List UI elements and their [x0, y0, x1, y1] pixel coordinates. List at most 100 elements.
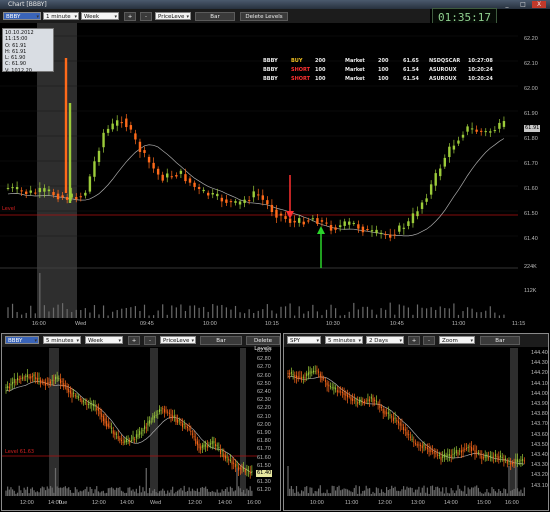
right-interval-select[interactable]: 5 minutes ▾ — [325, 336, 363, 344]
interval-select[interactable]: 1 minute ▾ — [43, 12, 79, 20]
zoom-out-button[interactable]: - — [140, 12, 152, 21]
volume-bar — [184, 310, 187, 318]
volume-bar — [454, 493, 456, 496]
volume-bar — [64, 486, 66, 496]
price-tick-label: 61.50 — [257, 462, 271, 469]
volume-bar — [316, 311, 318, 318]
right-chart[interactable] — [284, 348, 548, 498]
chevron-down-icon: ▾ — [399, 338, 402, 344]
candle-body — [216, 193, 219, 197]
left-delete-levels-button[interactable]: Delete Levels — [246, 336, 280, 352]
volume-bar — [319, 485, 321, 496]
price-tick-label: 62.00 — [257, 421, 271, 428]
candle-body — [96, 407, 98, 411]
price-tick-label: 144.30 — [531, 360, 548, 367]
time-tick-label: 10:00 — [310, 500, 324, 506]
candle-body — [323, 378, 325, 380]
candle-body — [434, 173, 437, 186]
candle-body — [462, 449, 464, 452]
right-zoom-in-button[interactable]: + — [408, 336, 420, 345]
candle-body — [484, 131, 487, 133]
volume-bar — [91, 488, 93, 496]
volume-bar — [440, 491, 442, 496]
left-zoom-in-button[interactable]: + — [128, 336, 140, 345]
candle-body — [318, 371, 320, 373]
right-range-select[interactable]: 2 Days ▾ — [366, 336, 404, 344]
candle-body — [466, 447, 467, 450]
candle-body — [401, 424, 403, 426]
volume-bar — [38, 492, 40, 496]
time-tick-label: 14:00 — [218, 500, 232, 506]
candle-body — [515, 459, 517, 463]
candle-body — [375, 229, 378, 234]
candle-body — [205, 444, 207, 447]
left-indicator-select[interactable]: PriceLeve ▾ — [160, 336, 196, 344]
right-bar-style-button[interactable]: Bar — [480, 336, 520, 345]
volume-bar — [353, 487, 355, 496]
candle-body — [170, 176, 173, 178]
left-symbol-input[interactable]: BBBY ▾ — [5, 336, 39, 344]
volume-bar — [84, 489, 86, 496]
right-zoom-out-button[interactable]: - — [423, 336, 435, 345]
chevron-down-icon: ▾ — [358, 338, 361, 344]
right-symbol-input[interactable]: SPY ▾ — [287, 336, 321, 344]
chevron-down-icon: ▾ — [316, 338, 319, 344]
volume-bar — [292, 489, 294, 496]
range-select[interactable]: Week ▾ — [81, 12, 119, 20]
candle-body — [324, 380, 326, 382]
volume-bar — [162, 488, 164, 496]
candle-body — [15, 187, 19, 190]
volume-bar — [178, 489, 180, 496]
volume-bar — [130, 307, 132, 318]
volume-bar — [367, 488, 369, 496]
candle-body — [52, 192, 55, 196]
left-chart[interactable] — [2, 348, 280, 498]
maximize-button[interactable]: □ — [516, 1, 530, 8]
volume-bar — [102, 305, 105, 318]
volume-bar — [177, 490, 179, 496]
candle-body — [207, 192, 210, 196]
left-bar-style-button[interactable]: Bar — [200, 336, 242, 345]
volume-bar — [155, 492, 157, 496]
volume-bar — [98, 314, 100, 318]
volume-bar — [344, 314, 346, 318]
candle-body — [389, 414, 391, 416]
volume-bar — [479, 491, 481, 496]
candle-body — [55, 376, 56, 380]
symbol-input[interactable]: BBBY ▾ — [3, 12, 41, 20]
chevron-down-icon: ▾ — [118, 338, 121, 344]
volume-bar — [312, 304, 314, 318]
left-zoom-out-button[interactable]: - — [144, 336, 156, 345]
delete-levels-button[interactable]: Delete Levels — [240, 12, 288, 21]
volume-bar — [143, 304, 146, 318]
candle-body — [20, 377, 22, 380]
candle-body — [472, 448, 474, 450]
volume-bar — [466, 307, 469, 318]
zoom-in-button[interactable]: + — [124, 12, 136, 21]
candle-body — [375, 400, 377, 402]
order-type: Market — [345, 58, 365, 64]
indicator-select[interactable]: PriceLeve ▾ — [155, 12, 191, 20]
volume-bar — [116, 310, 118, 318]
left-range-select[interactable]: Week ▾ — [85, 336, 123, 344]
bar-style-button[interactable]: Bar — [195, 12, 235, 21]
candle-body — [270, 204, 274, 212]
volume-bar — [262, 309, 264, 318]
price-tick-label: 144.20 — [531, 370, 548, 377]
right-zoom-select[interactable]: Zoom ▾ — [439, 336, 475, 344]
volume-bar — [403, 305, 405, 318]
candle-body — [229, 201, 233, 203]
candle-body — [228, 458, 230, 461]
minimize-button[interactable]: _ — [500, 1, 514, 8]
volume-bar — [324, 493, 326, 496]
candle-body — [347, 394, 348, 398]
candle-body — [348, 221, 351, 225]
candle-body — [99, 410, 101, 415]
candle-body — [64, 58, 68, 193]
left-interval-select[interactable]: 5 minutes ▾ — [43, 336, 81, 344]
close-button[interactable]: X — [532, 1, 546, 8]
volume-bar — [430, 486, 432, 496]
candle-body — [399, 422, 401, 426]
symbol-value: BBBY — [6, 14, 21, 20]
price-tick-label: 61.50 — [524, 211, 538, 217]
